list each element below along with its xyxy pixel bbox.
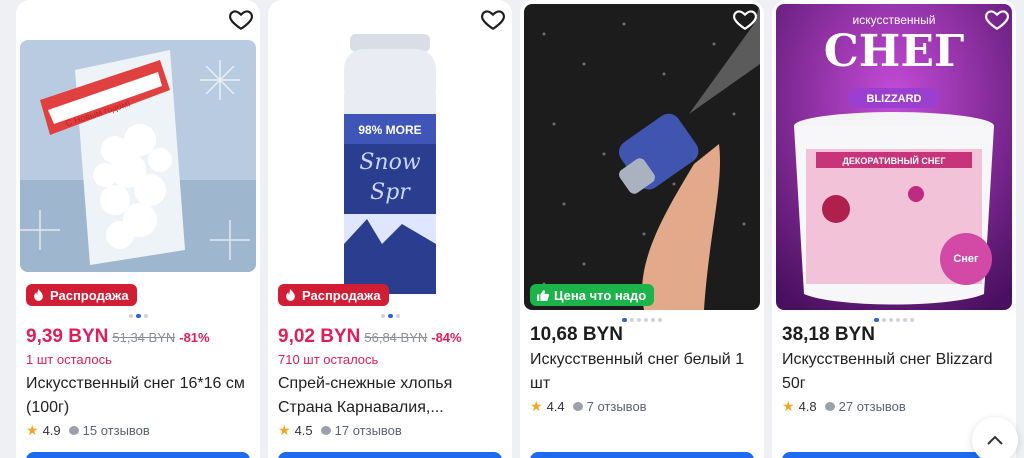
image-pager[interactable] <box>16 314 260 318</box>
add-to-cart-button[interactable] <box>782 452 1006 458</box>
fire-icon <box>286 288 295 301</box>
product-title[interactable]: Искусственный снег Blizzard 50г <box>782 348 1010 396</box>
fire-icon <box>34 288 43 301</box>
comment-icon <box>68 426 79 435</box>
product-card[interactable]: С Новым годом! Распродажа 9,39 BYN 51,34… <box>16 0 260 458</box>
good-price-badge: Цена что надо <box>530 284 655 306</box>
chevron-up-icon <box>987 435 1003 445</box>
image-pager[interactable] <box>520 318 764 322</box>
rating: ★ 4.9 15 отзывов <box>26 422 150 438</box>
image-jar-text: Снег <box>953 253 979 265</box>
favorite-button[interactable] <box>480 6 506 32</box>
price-row: 9,02 BYN 56,84 BYN -84% <box>278 326 462 348</box>
image-top-text: искусственный <box>853 13 936 27</box>
product-image[interactable]: искусственный СНЕГ BLIZZARD ДЕКОРАТИВНЫЙ… <box>776 4 1012 310</box>
current-price: 9,39 BYN <box>26 326 109 347</box>
heart-icon <box>229 10 253 31</box>
product-title[interactable]: Искусственный снег белый 1 шт <box>530 348 758 396</box>
comment-icon <box>824 402 835 411</box>
product-card[interactable]: 98% MORE Snow Spr Распродажа 9,02 BYN 56… <box>268 0 512 458</box>
rating: ★ 4.8 27 отзывов <box>782 398 906 414</box>
price-row: 10,68 BYN <box>530 324 623 346</box>
add-to-cart-button[interactable] <box>278 452 502 458</box>
scroll-to-top-button[interactable] <box>972 417 1018 458</box>
star-icon: ★ <box>530 398 543 414</box>
heart-icon <box>985 10 1009 31</box>
image-brand: BLIZZARD <box>867 93 922 105</box>
can-label: 98% MORE <box>358 123 421 137</box>
product-title[interactable]: Спрей-снежные хлопья Страна Карнавалия,.… <box>278 372 506 420</box>
star-icon: ★ <box>782 398 795 414</box>
old-price: 51,34 BYN <box>112 330 176 345</box>
sale-badge: Распродажа <box>278 284 389 306</box>
product-card[interactable]: Цена что надо 10,68 BYN Искусственный сн… <box>520 0 764 458</box>
thumbs-up-icon <box>537 289 549 301</box>
old-price: 56,84 BYN <box>364 330 428 345</box>
rating: ★ 4.5 17 отзывов <box>278 422 402 438</box>
image-pager[interactable] <box>772 318 1016 322</box>
current-price: 38,18 BYN <box>782 324 875 345</box>
product-card[interactable]: искусственный СНЕГ BLIZZARD ДЕКОРАТИВНЫЙ… <box>772 0 1016 458</box>
star-icon: ★ <box>26 422 39 438</box>
star-icon: ★ <box>278 422 291 438</box>
favorite-button[interactable] <box>984 6 1010 32</box>
comment-icon <box>320 426 331 435</box>
svg-text:Snow: Snow <box>359 150 420 175</box>
heart-icon <box>481 10 505 31</box>
image-pager[interactable] <box>268 314 512 318</box>
price-row: 9,39 BYN 51,34 BYN -81% <box>26 326 210 348</box>
current-price: 9,02 BYN <box>278 326 361 347</box>
product-grid: С Новым годом! Распродажа 9,39 BYN 51,34… <box>0 0 1024 458</box>
current-price: 10,68 BYN <box>530 324 623 345</box>
image-big-text: СНЕГ <box>824 26 965 77</box>
price-row: 38,18 BYN <box>782 324 875 346</box>
product-image[interactable]: 98% MORE Snow Spr <box>272 4 508 304</box>
rating: ★ 4.4 7 отзывов <box>530 398 647 414</box>
comment-icon <box>572 402 583 411</box>
favorite-button[interactable] <box>732 6 758 32</box>
heart-icon <box>733 10 757 31</box>
stock-left: 1 шт осталось <box>26 352 112 367</box>
image-label: ДЕКОРАТИВНЫЙ СНЕГ <box>842 155 945 166</box>
product-image[interactable] <box>524 4 760 310</box>
product-title[interactable]: Искусственный снег 16*16 см (100г) <box>26 372 254 420</box>
sale-badge: Распродажа <box>26 284 137 306</box>
favorite-button[interactable] <box>228 6 254 32</box>
discount: -81% <box>179 330 210 345</box>
add-to-cart-button[interactable] <box>530 452 754 458</box>
discount: -84% <box>431 330 462 345</box>
svg-text:Spr: Spr <box>370 180 411 205</box>
stock-left: 710 шт осталось <box>278 352 379 367</box>
product-image[interactable]: С Новым годом! <box>20 40 256 272</box>
add-to-cart-button[interactable] <box>26 452 250 458</box>
